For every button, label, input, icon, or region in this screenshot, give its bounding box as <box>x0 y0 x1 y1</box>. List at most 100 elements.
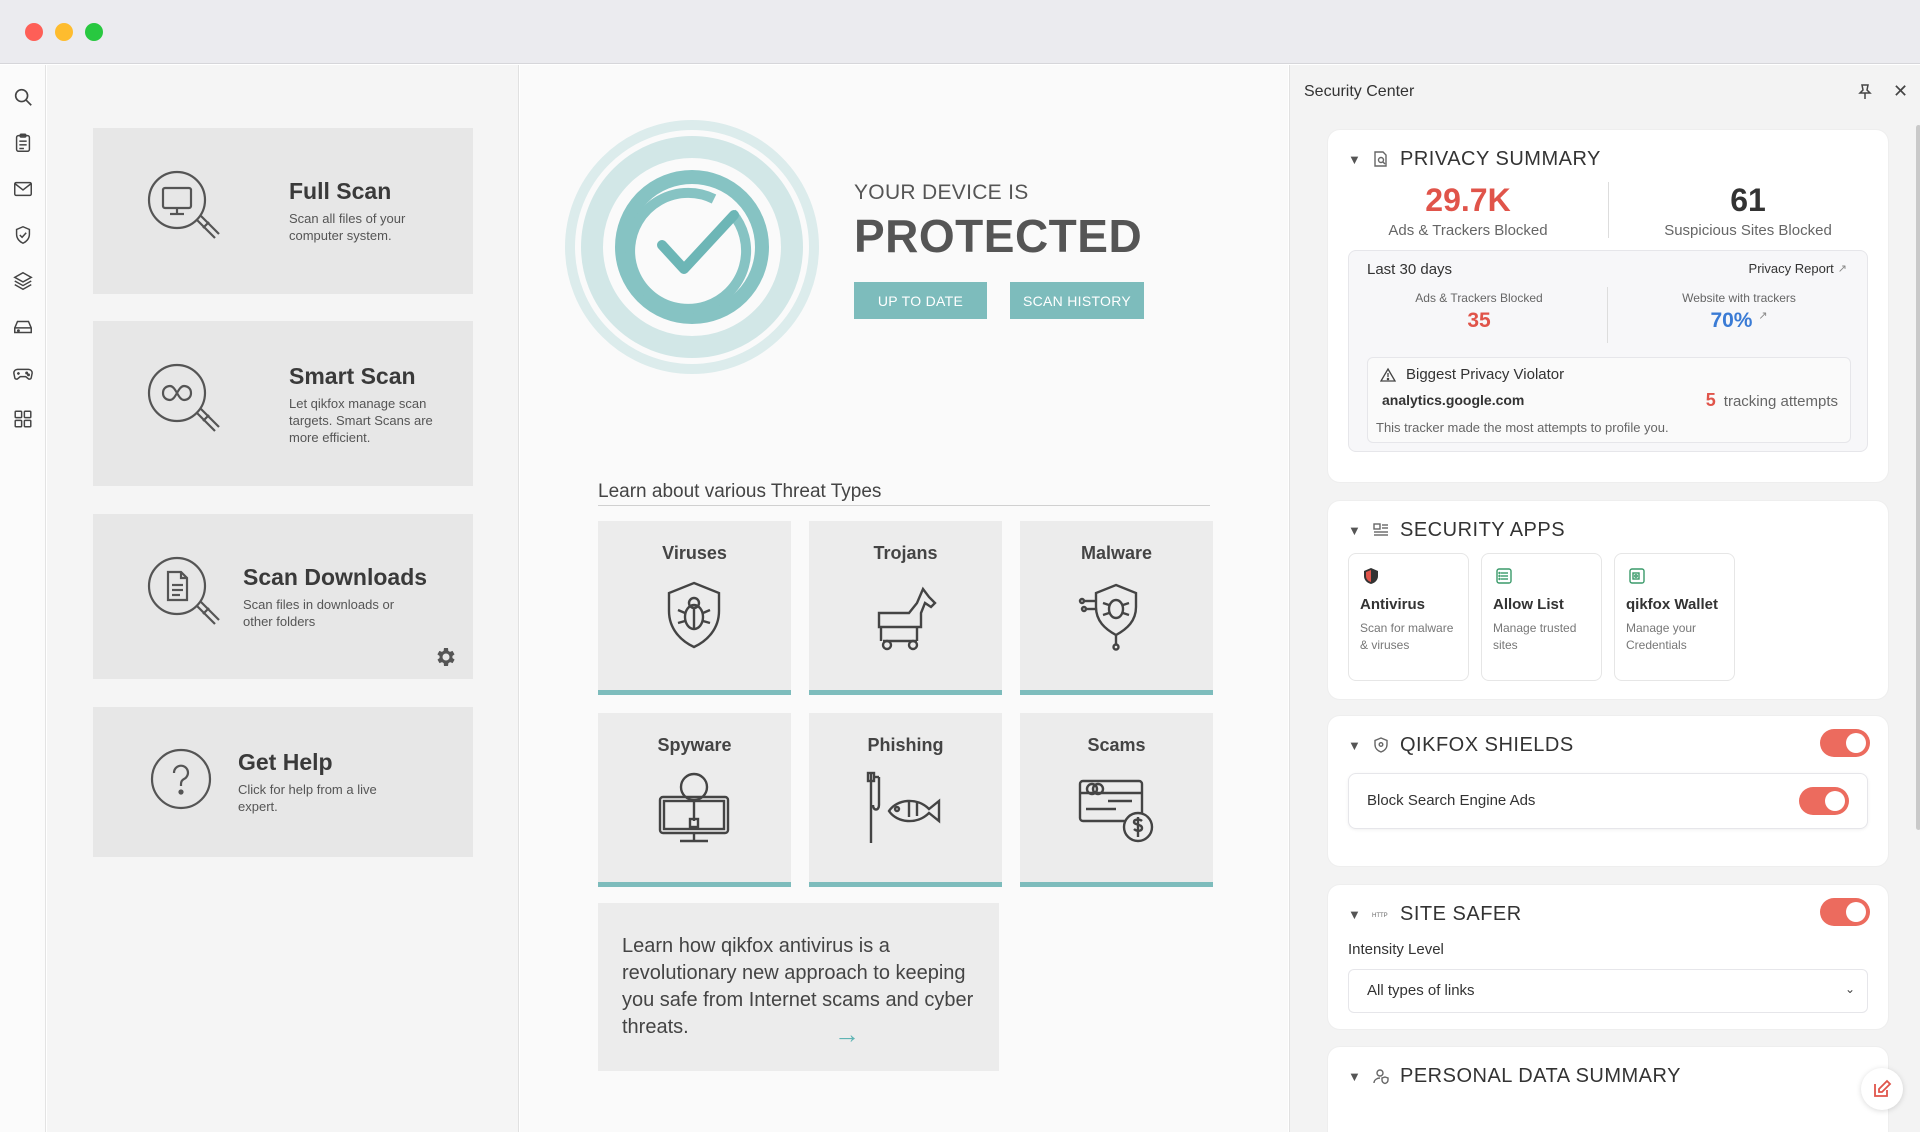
smart-scan-card[interactable]: Smart Scan Let qikfox manage scan target… <box>93 321 473 486</box>
phishing-icon <box>866 771 941 843</box>
document-search-icon <box>1374 151 1387 167</box>
period-web-label: Website with trackers <box>1682 291 1796 305</box>
pin-icon[interactable] <box>1856 83 1874 101</box>
threat-tile-phishing[interactable]: Phishing <box>809 713 1002 887</box>
security-apps-title: SECURITY APPS <box>1400 518 1566 541</box>
violator-domain: analytics.google.com <box>1382 392 1525 408</box>
threat-tile-scams[interactable]: Scams <box>1020 713 1213 887</box>
smart-scan-title: Smart Scan <box>289 363 416 389</box>
site-safer-header[interactable]: ▼ HTTP SITE SAFER <box>1348 901 1522 927</box>
app-tile-allow-list[interactable]: Allow List Manage trusted sites <box>1481 553 1602 681</box>
ads-blocked-label: Ads & Trackers Blocked <box>1388 222 1548 239</box>
monitor-magnifier-icon <box>145 168 225 248</box>
personal-data-title: PERSONAL DATA SUMMARY <box>1400 1064 1681 1087</box>
threat-name: Scams <box>1087 735 1146 755</box>
http-icon: HTTP <box>1372 913 1388 919</box>
full-scan-card[interactable]: Full Scan Scan all files of your compute… <box>93 128 473 294</box>
site-safer-title: SITE SAFER <box>1400 902 1522 925</box>
site-safer-toggle[interactable] <box>1820 898 1870 926</box>
period-ads-value: 35 <box>1467 309 1491 332</box>
window-maximize-button[interactable] <box>85 23 103 41</box>
period-label: Last 30 days <box>1367 261 1453 278</box>
threat-tile-viruses[interactable]: Viruses <box>598 521 791 695</box>
user-shield-icon <box>1373 1069 1389 1085</box>
apps-grid-icon[interactable] <box>11 407 35 431</box>
mail-icon[interactable] <box>11 177 35 201</box>
gear-icon[interactable] <box>433 645 457 669</box>
status-title: PROTECTED <box>854 210 1143 262</box>
scan-history-button[interactable]: SCAN HISTORY <box>1010 282 1144 319</box>
search-icon[interactable] <box>11 85 35 109</box>
scan-downloads-card[interactable]: Scan Downloads Scan files in downloads o… <box>93 514 473 679</box>
period-ads-label: Ads & Trackers Blocked <box>1415 291 1543 305</box>
virus-shield-icon <box>667 581 721 649</box>
chevron-down-icon: ⌄ <box>1844 982 1855 996</box>
app-desc: Manage trusted sites <box>1493 621 1577 652</box>
external-link-icon: ↗ <box>1758 310 1768 322</box>
threat-tile-trojans[interactable]: Trojans <box>809 521 1002 695</box>
close-icon[interactable]: ✕ <box>1893 81 1908 102</box>
wallet-icon <box>1629 568 1645 584</box>
question-icon <box>149 747 213 811</box>
app-desc: Manage your Credentials <box>1626 621 1697 652</box>
collapse-caret-icon: ▼ <box>1348 737 1361 753</box>
violator-title: Biggest Privacy Violator <box>1406 366 1565 383</box>
shields-toggle[interactable] <box>1820 729 1870 757</box>
edit-button[interactable] <box>1861 1068 1903 1110</box>
scan-downloads-title: Scan Downloads <box>243 564 428 590</box>
security-apps-header[interactable]: ▼ SECURITY APPS <box>1348 517 1565 543</box>
clipboard-icon[interactable] <box>11 131 35 155</box>
gamepad-icon[interactable] <box>11 361 35 385</box>
period-web-link[interactable]: 70% ↗ <box>1629 309 1849 333</box>
personal-data-card: ▼ PERSONAL DATA SUMMARY <box>1328 1047 1888 1132</box>
period-web-value: 70% <box>1710 309 1753 332</box>
threat-tile-spyware[interactable]: Spyware <box>598 713 791 887</box>
threat-tile-malware[interactable]: Malware <box>1020 521 1213 695</box>
violator-note: This tracker made the most attempts to p… <box>1376 420 1669 435</box>
scan-panel: Full Scan Scan all files of your compute… <box>47 65 519 1132</box>
scrollbar[interactable] <box>1916 125 1920 830</box>
spyware-icon <box>658 772 730 843</box>
privacy-summary-header[interactable]: ▼ PRIVACY SUMMARY <box>1348 146 1601 172</box>
window-close-button[interactable] <box>25 23 43 41</box>
app-desc: Scan for malware & viruses <box>1360 621 1454 652</box>
window-minimize-button[interactable] <box>55 23 73 41</box>
promo-card[interactable]: Learn how qikfox antivirus is a revoluti… <box>598 903 999 1071</box>
qikfox-shields-header[interactable]: ▼ QIKFOX SHIELDS <box>1348 732 1574 758</box>
status-subtitle: YOUR DEVICE IS <box>854 181 1029 204</box>
intensity-select[interactable]: All types of links ⌄ <box>1348 969 1868 1013</box>
security-apps-card: ▼ SECURITY APPS Antivirus Scan for malwa… <box>1328 501 1888 699</box>
full-scan-desc: Scan all files of your computer system. <box>289 211 406 243</box>
warning-icon <box>1380 367 1396 382</box>
qikfox-shields-card: ▼ QIKFOX SHIELDS Block Search Engine Ads <box>1328 716 1888 866</box>
inner-divider <box>1607 287 1608 343</box>
site-safer-card: ▼ HTTP SITE SAFER Intensity Level All ty… <box>1328 885 1888 1029</box>
trojan-horse-icon <box>877 586 937 651</box>
stat-divider <box>1608 182 1609 238</box>
block-search-ads-toggle[interactable] <box>1799 787 1849 815</box>
apps-icon <box>1373 523 1388 536</box>
violator-header: Biggest Privacy Violator <box>1380 366 1564 383</box>
layers-icon[interactable] <box>11 269 35 293</box>
left-rail <box>0 65 46 1132</box>
app-tile-antivirus[interactable]: Antivirus Scan for malware & viruses <box>1348 553 1469 681</box>
privacy-summary-card: ▼ PRIVACY SUMMARY 29.7K Ads & Trackers B… <box>1328 130 1888 482</box>
promo-text: Learn how qikfox antivirus is a revoluti… <box>622 935 974 1038</box>
app-tile-wallet[interactable]: qikfox Wallet Manage your Credentials <box>1614 553 1735 681</box>
qikfox-shields-title: QIKFOX SHIELDS <box>1400 733 1574 756</box>
threat-types-heading: Learn about various Threat Types <box>598 481 1210 506</box>
violator-count-row: 5 tracking attempts <box>1706 390 1838 411</box>
personal-data-header[interactable]: ▼ PERSONAL DATA SUMMARY <box>1348 1063 1681 1089</box>
get-help-card[interactable]: Get Help Click for help from a live expe… <box>93 707 473 857</box>
threat-name: Malware <box>1080 543 1153 563</box>
shield-icon[interactable] <box>11 223 35 247</box>
document-magnifier-icon <box>145 554 225 634</box>
threat-name: Phishing <box>867 735 944 755</box>
threat-name: Spyware <box>657 735 732 755</box>
up-to-date-button[interactable]: UP TO DATE <box>854 282 987 319</box>
external-link-icon: ↗ <box>1837 263 1847 275</box>
malware-icon <box>1078 583 1138 651</box>
drive-icon[interactable] <box>11 315 35 339</box>
privacy-report-link[interactable]: Privacy Report ↗ <box>1749 261 1847 276</box>
security-center-title: Security Center <box>1304 83 1415 100</box>
